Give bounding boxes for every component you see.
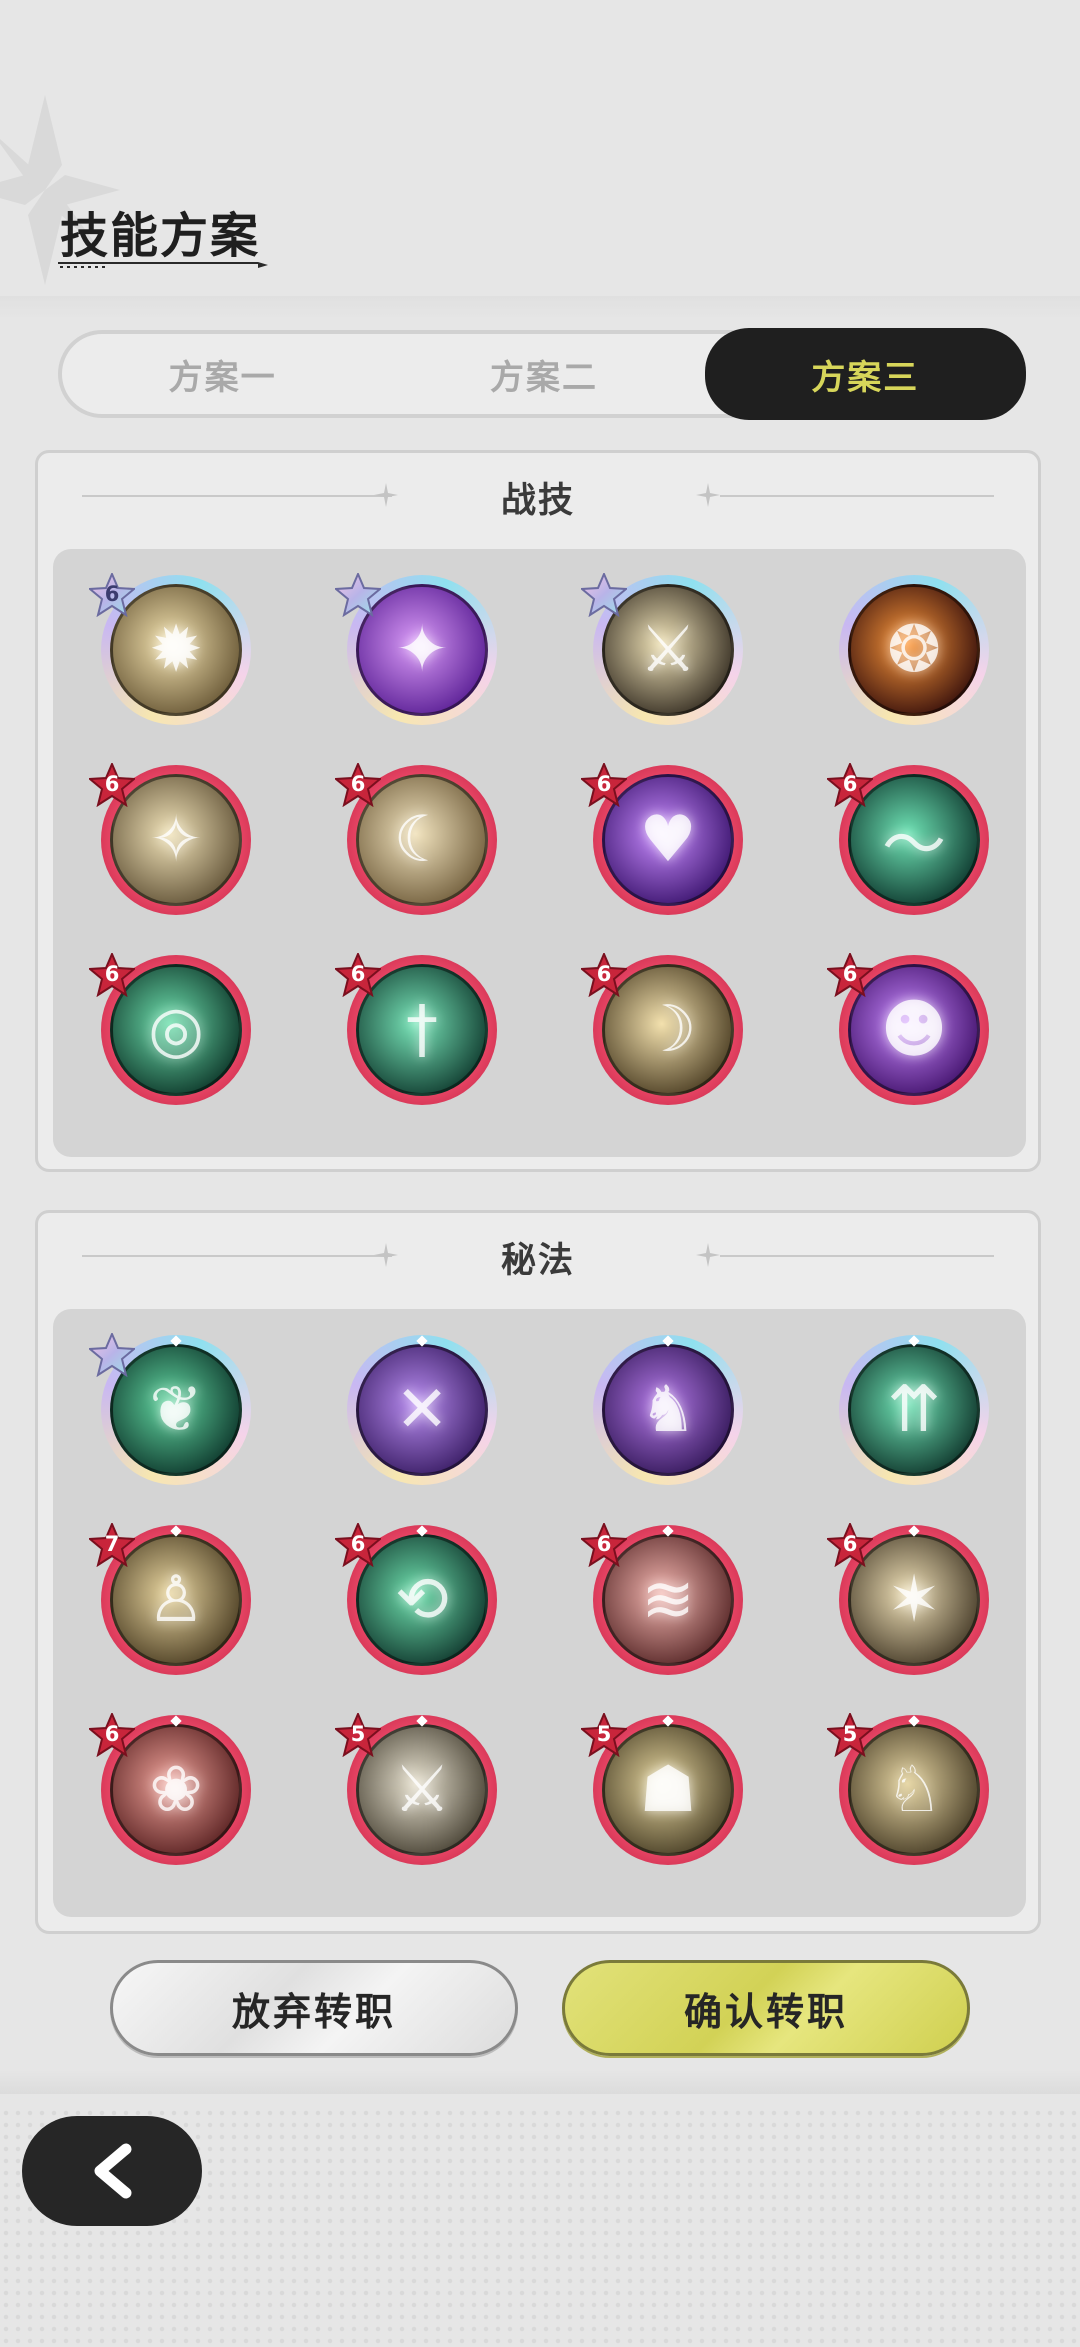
rank-badge: 6 [579, 951, 629, 998]
rank-badge: 6 [87, 571, 137, 618]
rank-badge-value: 6 [104, 582, 120, 606]
fire-swirl-icon: ❂ [848, 584, 980, 716]
page-title: 技能方案 [60, 208, 261, 264]
green-crystal-arrows-icon: ⇈ [848, 1344, 980, 1476]
skill-slot[interactable]: ⚔ 5 [333, 1711, 497, 1865]
rank-badge: 5 [333, 1711, 383, 1758]
rank-badge: 6 [333, 761, 383, 808]
rank-badge: 6 [579, 1521, 629, 1568]
rank-badge-value: 5 [596, 1722, 612, 1746]
rank-badge: 6 [87, 1711, 137, 1758]
skill-slot[interactable]: ⟲ 6 [333, 1521, 497, 1675]
back-button[interactable] [22, 2116, 202, 2226]
skill-slot[interactable]: † 6 [333, 951, 497, 1105]
rank-badge: 7 [87, 1521, 137, 1568]
skill-slot[interactable]: ☾ 6 [333, 761, 497, 915]
rank-badge [333, 571, 383, 618]
rank-badge: 5 [579, 1711, 629, 1758]
abandon-class-change-button[interactable]: 放弃转职 [110, 1960, 518, 2056]
rank-badge-value: 6 [596, 772, 612, 796]
skill-slot[interactable]: ✦ [333, 571, 497, 725]
skill-slot[interactable]: ✕ [347, 1335, 497, 1485]
sparkle-icon [696, 483, 720, 507]
section-divider-line [720, 495, 994, 497]
rank-badge [87, 1331, 137, 1378]
skill-slot[interactable]: ⇈ [839, 1335, 989, 1485]
tab-plan-3[interactable]: 方案三 [704, 328, 1026, 420]
skill-slot[interactable]: ✶ 6 [825, 1521, 989, 1675]
skill-slot[interactable]: ✹ 6 [87, 571, 251, 725]
skill-slot[interactable]: ≋ 6 [579, 1521, 743, 1675]
rank-badge-value: 6 [350, 772, 366, 796]
footer-divider [0, 2070, 1080, 2094]
sparkle-icon [696, 1243, 720, 1267]
purple-sword-orb-icon: ✕ [356, 1344, 488, 1476]
skill-slot[interactable]: ⚔ [579, 571, 743, 725]
rank-badge: 6 [825, 951, 875, 998]
section-header: 战技 [38, 453, 1038, 541]
confirm-class-change-button[interactable]: 确认转职 [562, 1960, 970, 2056]
rank-badge-value: 6 [104, 1722, 120, 1746]
skill-slot[interactable]: ◎ 6 [87, 951, 251, 1105]
rank-badge-value: 6 [350, 962, 366, 986]
skill-slot[interactable]: ♞ [593, 1335, 743, 1485]
skill-slot[interactable]: ♙ 7 [87, 1521, 251, 1675]
rank-badge-value: 6 [104, 772, 120, 796]
skill-slot[interactable]: ☻ 6 [825, 951, 989, 1105]
skill-slot[interactable]: ☗ 5 [579, 1711, 743, 1865]
skill-slot[interactable]: ❦ [87, 1331, 251, 1485]
rank-badge: 6 [333, 1521, 383, 1568]
tab-plan-1[interactable]: 方案一 [62, 334, 383, 414]
rank-badge-value: 6 [842, 772, 858, 796]
rank-badge-value: 6 [350, 1532, 366, 1556]
rank-badge: 6 [579, 761, 629, 808]
rank-badge-value: 5 [842, 1722, 858, 1746]
header-divider [0, 296, 1080, 320]
rank-badge-value: 6 [596, 962, 612, 986]
skill-slot[interactable]: ♥ 6 [579, 761, 743, 915]
rank-badge: 6 [333, 951, 383, 998]
skill-slot[interactable]: ☽ 6 [579, 951, 743, 1105]
skill-slot[interactable]: ♘ 5 [825, 1711, 989, 1865]
rank-badge-value: 6 [596, 1532, 612, 1556]
plan-tabs: 方案一 方案二 方案三 [58, 328, 1026, 420]
rank-badge: 5 [825, 1711, 875, 1758]
rank-badge: 6 [825, 761, 875, 808]
chevron-left-icon [94, 2143, 132, 2199]
section-title-arcane: 秘法 [500, 1240, 575, 1281]
skill-slot[interactable]: ❂ [839, 575, 989, 725]
rank-badge: 6 [87, 951, 137, 998]
rank-badge-value: 6 [842, 1532, 858, 1556]
rank-badge-value: 5 [350, 1722, 366, 1746]
arcane-skill-grid: ❦ ✕ ♞ ⇈ ♙ 7 ⟲ 6 ≋ 6 ✶ 6 ❀ 6 ⚔ 5 ☗ 5 ♘ 5 [53, 1309, 1026, 1917]
rank-badge [579, 571, 629, 618]
tab-plan-2[interactable]: 方案二 [383, 334, 704, 414]
section-divider-line [720, 1255, 994, 1257]
rank-badge-value: 6 [104, 962, 120, 986]
rank-badge: 6 [825, 1521, 875, 1568]
title-underline [58, 262, 268, 268]
arcane-skills-section: 秘法 ❦ ✕ ♞ ⇈ ♙ 7 ⟲ 6 ≋ 6 ✶ 6 ❀ 6 ⚔ 5 ☗ 5 ♘ 5 [35, 1210, 1041, 1934]
skill-slot[interactable]: ✧ 6 [87, 761, 251, 915]
combat-skills-section: 战技 ✹ 6 ✦ ⚔ ❂ ✧ 6 ☾ 6 ♥ 6 〜 6 ◎ 6 † 6 ☽ 6 ☻ 6 [35, 450, 1041, 1172]
rank-badge-value: 7 [104, 1532, 120, 1556]
skill-slot[interactable]: 〜 6 [825, 761, 989, 915]
combat-skill-grid: ✹ 6 ✦ ⚔ ❂ ✧ 6 ☾ 6 ♥ 6 〜 6 ◎ 6 † 6 ☽ 6 ☻ 6 [53, 549, 1026, 1157]
rank-badge: 6 [87, 761, 137, 808]
skill-slot[interactable]: ❀ 6 [87, 1711, 251, 1865]
section-header: 秘法 [38, 1213, 1038, 1301]
section-title-combat: 战技 [500, 480, 575, 521]
rank-badge-value: 6 [842, 962, 858, 986]
purple-demon-icon: ♞ [602, 1344, 734, 1476]
